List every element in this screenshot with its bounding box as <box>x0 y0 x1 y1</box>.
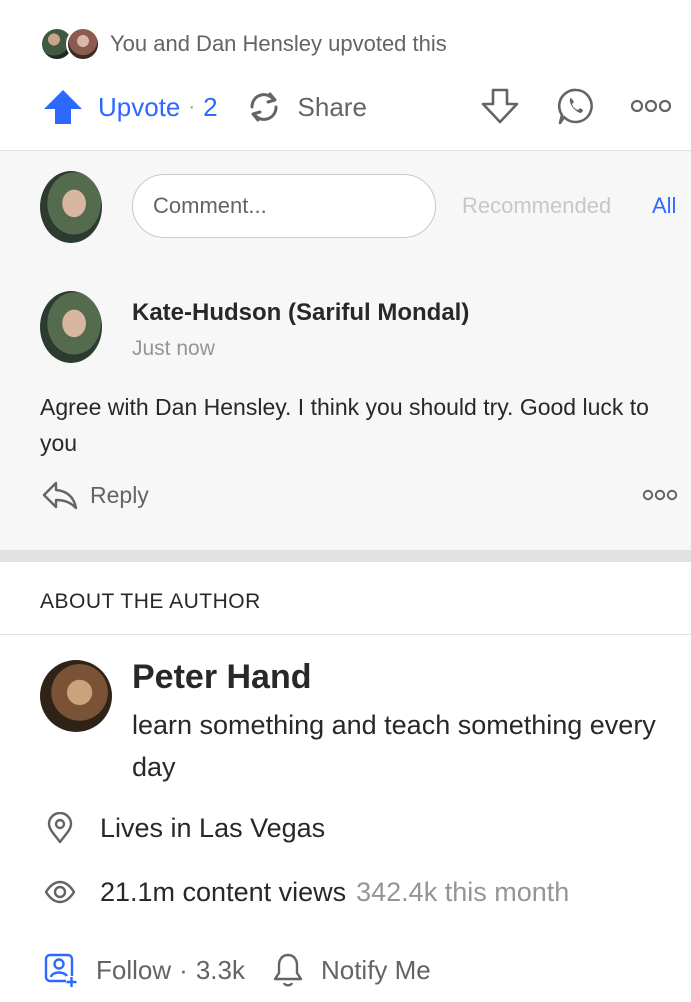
follower-count: 3.3k <box>195 954 245 985</box>
author-actions: Follow · 3.3k Notify Me <box>44 948 431 992</box>
separator: · <box>188 95 196 118</box>
reply-label: Reply <box>90 481 149 508</box>
upvote-button[interactable]: Upvote · 2 <box>42 88 218 126</box>
upvote-label: Upvote <box>98 91 181 122</box>
about-heading: ABOUT THE AUTHOR <box>40 590 261 613</box>
share-label: Share <box>297 91 367 122</box>
upvote-arrow-icon <box>44 90 82 124</box>
eye-icon <box>44 880 76 904</box>
section-divider <box>0 550 691 562</box>
author-bio: learn something and teach something ever… <box>132 710 656 782</box>
follow-button[interactable]: Follow · 3.3k <box>44 952 245 988</box>
reply-button[interactable]: Reply <box>42 477 149 513</box>
tab-recommended[interactable]: Recommended <box>462 193 611 219</box>
more-options-icon[interactable] <box>630 96 672 116</box>
comment: Kate-Hudson (Sariful Mondal) Just now Ag… <box>0 263 691 550</box>
upvoters-text: You and Dan Hensley upvoted this <box>110 31 447 56</box>
bell-icon <box>273 953 303 987</box>
reply-icon <box>42 481 78 510</box>
avatar <box>66 27 100 61</box>
divider <box>0 634 691 635</box>
comment-composer: Comment... Recommended All <box>0 150 691 264</box>
follow-label: Follow <box>96 954 172 985</box>
views-credential: 21.1m content views 342.4k this month <box>44 872 569 912</box>
follow-user-icon <box>44 953 77 987</box>
comment-author[interactable]: Kate-Hudson (Sariful Mondal) <box>132 299 469 327</box>
upvote-count: 2 <box>203 91 218 122</box>
whatsapp-icon[interactable] <box>556 86 596 126</box>
share-button[interactable]: Share <box>218 87 367 127</box>
upvoters-row[interactable]: You and Dan Hensley upvoted this <box>40 26 447 62</box>
comment-time: Just now <box>132 337 215 360</box>
share-icon <box>250 92 278 122</box>
notify-button[interactable]: Notify Me <box>245 952 431 988</box>
comment-text: Agree with Dan Hensley. I think you shou… <box>40 394 649 456</box>
comment-placeholder: Comment... <box>153 193 267 218</box>
author-name[interactable]: Peter Hand <box>132 658 312 697</box>
author-avatar[interactable] <box>40 660 112 732</box>
views-month-text: 342.4k this month <box>356 876 570 907</box>
location-pin-icon <box>47 812 73 844</box>
comment-input[interactable]: Comment... <box>132 174 436 238</box>
location-credential: Lives in Las Vegas <box>44 808 325 848</box>
avatar[interactable] <box>40 291 102 363</box>
avatar <box>40 171 102 243</box>
tab-all[interactable]: All <box>652 193 676 219</box>
action-bar: Upvote · 2 Share <box>42 84 672 130</box>
views-text: 21.1m content views <box>100 876 347 907</box>
separator: · <box>179 954 188 985</box>
notify-label: Notify Me <box>320 954 431 985</box>
comment-more-icon[interactable] <box>642 487 678 503</box>
downvote-icon[interactable] <box>480 86 520 126</box>
location-text: Lives in Las Vegas <box>100 812 326 843</box>
